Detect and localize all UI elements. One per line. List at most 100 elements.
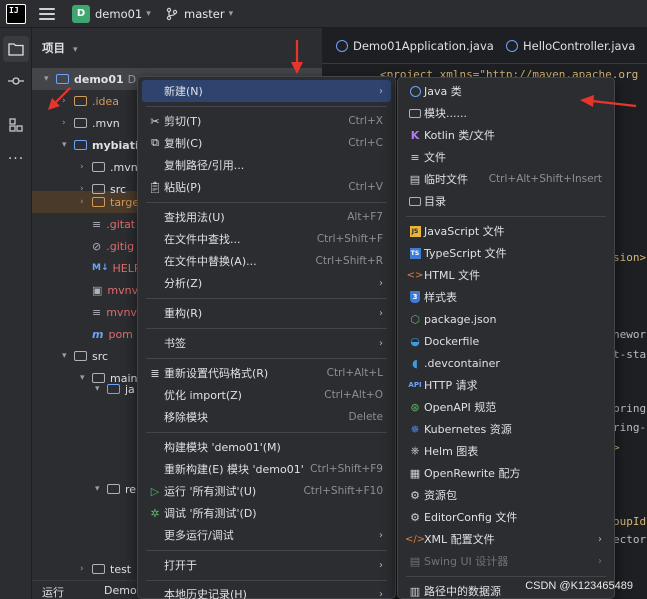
tree-row-target[interactable]: › targe bbox=[80, 191, 139, 213]
run-tool-label[interactable]: 运行 bbox=[42, 584, 64, 599]
menu-item-debug-all-tests[interactable]: ✲ 调试 '所有测试'(D) bbox=[142, 502, 391, 524]
submenu-item-openrewrite[interactable]: ▦ OpenRewrite 配方 bbox=[402, 462, 610, 484]
tree-row-gitattributes[interactable]: ≡ .gitat bbox=[92, 213, 135, 235]
submenu-item-stylesheet[interactable]: 3 样式表 bbox=[402, 286, 610, 308]
submenu-item-devcontainer[interactable]: ◖ .devcontainer bbox=[402, 352, 610, 374]
menu-item-copy[interactable]: ⧉ 复制(C) Ctrl+C bbox=[142, 132, 391, 154]
tree-row-pom[interactable]: m pom bbox=[92, 323, 133, 345]
submenu-item-helm-chart[interactable]: ⎈ Helm 图表 bbox=[402, 440, 610, 462]
menu-item-build-module[interactable]: 构建模块 'demo01'(M) bbox=[142, 436, 391, 458]
editorconfig-icon: ⚙ bbox=[410, 510, 420, 524]
menu-item-rebuild-module[interactable]: 重新构建(E) 模块 'demo01' Ctrl+Shift+F9 bbox=[142, 458, 391, 480]
branch-switcher[interactable]: master ▾ bbox=[165, 4, 233, 24]
submenu-item-openapi[interactable]: ⊛ OpenAPI 规范 bbox=[402, 396, 610, 418]
submenu-item-xml-config[interactable]: </> XML 配置文件 › bbox=[402, 528, 610, 550]
menu-item-refactor[interactable]: 重构(R) › bbox=[142, 302, 391, 324]
submenu-item-html[interactable]: <> HTML 文件 bbox=[402, 264, 610, 286]
submenu-item-scratch-file[interactable]: ▤ 临时文件 Ctrl+Alt+Shift+Insert bbox=[402, 168, 610, 190]
menu-item-shortcut: Ctrl+C bbox=[348, 137, 383, 149]
project-tool-button[interactable] bbox=[3, 36, 29, 62]
menu-item-label: 优化 import(Z) bbox=[164, 389, 242, 402]
project-name: demo01 bbox=[95, 7, 143, 21]
menu-item-analyze[interactable]: 分析(Z) › bbox=[142, 272, 391, 294]
run-config-label[interactable]: Demo bbox=[104, 584, 137, 597]
menu-item-label: XML 配置文件 bbox=[424, 533, 495, 546]
tree-label: .idea bbox=[92, 94, 120, 108]
submenu-item-http-request[interactable]: API HTTP 请求 bbox=[402, 374, 610, 396]
text-file-icon: ≡ bbox=[92, 217, 102, 231]
structure-tool-button[interactable] bbox=[3, 112, 29, 138]
submenu-item-typescript[interactable]: TS TypeScript 文件 bbox=[402, 242, 610, 264]
tree-row-mvnw[interactable]: ▣ mvnv bbox=[92, 279, 138, 301]
chevron-right-icon: › bbox=[598, 533, 602, 545]
menu-item-label: 样式表 bbox=[424, 291, 457, 304]
menu-item-shortcut: Ctrl+Alt+L bbox=[326, 367, 383, 379]
tree-row-gitignore[interactable]: ⊘ .gitig bbox=[92, 235, 134, 257]
scratch-file-icon: ▤ bbox=[409, 172, 421, 186]
submenu-item-kubernetes[interactable]: ✵ Kubernetes 资源 bbox=[402, 418, 610, 440]
menu-item-copy-path[interactable]: 复制路径/引用... bbox=[142, 154, 391, 176]
menu-item-optimize-imports[interactable]: 优化 import(Z) Ctrl+Alt+O bbox=[142, 384, 391, 406]
commit-tool-button[interactable] bbox=[3, 68, 29, 94]
tree-label: .mvn bbox=[110, 160, 138, 174]
menu-item-label: 查找用法(U) bbox=[164, 211, 225, 224]
submenu-item-javascript[interactable]: JS JavaScript 文件 bbox=[402, 220, 610, 242]
submenu-item-package-json[interactable]: ⬡ package.json bbox=[402, 308, 610, 330]
tree-row-resources[interactable]: ▾ re bbox=[95, 478, 136, 500]
menu-item-more-run-debug[interactable]: 更多运行/调试 › bbox=[142, 524, 391, 546]
menu-item-find-in-files[interactable]: 在文件中查找... Ctrl+Shift+F bbox=[142, 228, 391, 250]
menu-item-shortcut: Alt+F7 bbox=[347, 211, 383, 223]
menu-item-local-history[interactable]: 本地历史记录(H) › bbox=[142, 583, 391, 599]
submenu-item-dockerfile[interactable]: ◒ Dockerfile bbox=[402, 330, 610, 352]
chevron-right-icon: › bbox=[80, 564, 84, 574]
more-tools-button[interactable]: ··· bbox=[3, 146, 29, 172]
menu-item-remove-module[interactable]: 移除模块 Delete bbox=[142, 406, 391, 428]
submenu-item-resource-bundle[interactable]: ⚙ 资源包 bbox=[402, 484, 610, 506]
tree-row-mvn-2[interactable]: › .mvn bbox=[80, 156, 138, 178]
code-line: pring bbox=[613, 402, 647, 415]
menu-item-new[interactable]: 新建(N) › bbox=[142, 80, 391, 102]
nodejs-icon: ⬡ bbox=[410, 312, 420, 326]
tree-row-java[interactable]: ▾ ja bbox=[95, 378, 135, 400]
menu-item-open-in[interactable]: 打开于 › bbox=[142, 554, 391, 576]
submenu-item-file[interactable]: ≡ 文件 bbox=[402, 146, 610, 168]
intellij-logo-icon[interactable]: IJ bbox=[6, 4, 26, 24]
tree-row-mvn[interactable]: › .mvn bbox=[62, 112, 120, 134]
code-line: t-sta bbox=[613, 348, 647, 361]
menu-item-reformat-code[interactable]: ≣ 重新设置代码格式(R) Ctrl+Alt+L bbox=[142, 362, 391, 384]
menu-item-shortcut: Ctrl+Shift+F9 bbox=[310, 463, 383, 475]
menu-item-label: JavaScript 文件 bbox=[424, 225, 505, 238]
tree-row-mybiati[interactable]: ▾ mybiati bbox=[62, 134, 139, 156]
submenu-item-directory[interactable]: 目录 bbox=[402, 190, 610, 212]
tab-demo01-application[interactable]: Demo01Application.java bbox=[336, 28, 494, 64]
tab-hello-controller[interactable]: HelloController.java bbox=[506, 28, 635, 64]
menu-item-label: .devcontainer bbox=[424, 356, 500, 370]
submenu-item-swing-ui: ▤ Swing UI 设计器 › bbox=[402, 550, 610, 572]
chevron-right-icon: › bbox=[62, 118, 66, 128]
tree-row-mvnw-cmd[interactable]: ≡ mvnv bbox=[92, 301, 137, 323]
menu-separator bbox=[146, 202, 387, 203]
submenu-item-editorconfig[interactable]: ⚙ EditorConfig 文件 bbox=[402, 506, 610, 528]
menu-separator bbox=[146, 580, 387, 581]
menu-item-label: 重构(R) bbox=[164, 307, 203, 320]
tree-row-src-root[interactable]: ▾ src bbox=[62, 345, 108, 367]
project-switcher[interactable]: D demo01 ▾ bbox=[72, 4, 151, 24]
tab-label: Demo01Application.java bbox=[353, 39, 494, 53]
project-pane-header[interactable]: 项目 ▾ bbox=[42, 40, 78, 56]
menu-item-bookmarks[interactable]: 书签 › bbox=[142, 332, 391, 354]
main-menu-icon[interactable] bbox=[38, 5, 56, 23]
tree-row-test[interactable]: › test bbox=[80, 558, 131, 580]
menu-item-paste[interactable]: 📋︎ 粘贴(P) Ctrl+V bbox=[142, 176, 391, 198]
branch-name: master bbox=[184, 7, 225, 21]
menu-item-run-all-tests[interactable]: ▷ 运行 '所有测试'(U) Ctrl+Shift+F10 bbox=[142, 480, 391, 502]
menu-item-label: 资源包 bbox=[424, 489, 457, 502]
submenu-item-kotlin[interactable]: K Kotlin 类/文件 bbox=[402, 124, 610, 146]
menu-item-replace-in-files[interactable]: 在文件中替换(A)... Ctrl+Shift+R bbox=[142, 250, 391, 272]
menu-item-cut[interactable]: ✂ 剪切(T) Ctrl+X bbox=[142, 110, 391, 132]
folder-icon bbox=[74, 96, 87, 106]
tree-row-help[interactable]: M↓ HELP bbox=[92, 257, 140, 279]
chevron-right-icon: › bbox=[379, 588, 383, 599]
module-folder-icon bbox=[56, 74, 69, 84]
menu-item-label: 目录 bbox=[424, 195, 446, 208]
menu-item-find-usages[interactable]: 查找用法(U) Alt+F7 bbox=[142, 206, 391, 228]
